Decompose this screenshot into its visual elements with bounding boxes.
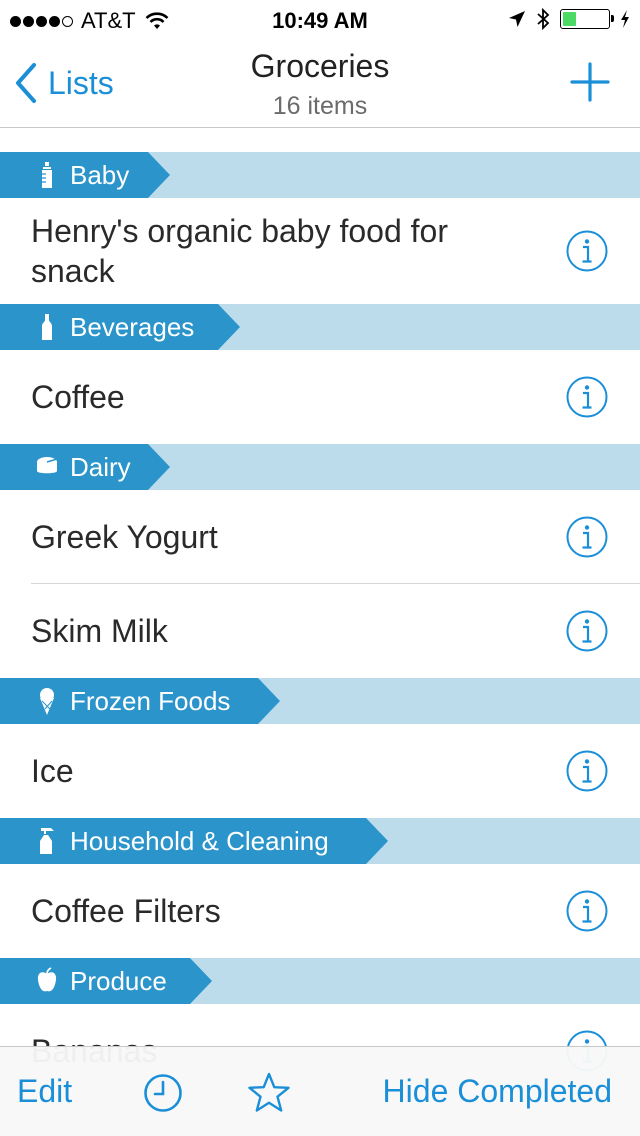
item-count: 16 items (272, 92, 368, 120)
list-item[interactable]: Ice (0, 724, 640, 818)
section-label: Beverages (70, 311, 195, 342)
grocery-list: Baby Henry's organic baby food for snack B… (0, 152, 640, 1098)
list-item[interactable]: Coffee Filters (0, 864, 640, 958)
item-name: Coffee Filters (31, 892, 221, 929)
section-header-baby: Baby (0, 152, 640, 198)
info-icon[interactable] (566, 230, 608, 272)
star-icon[interactable] (247, 1071, 291, 1115)
info-icon[interactable] (566, 376, 608, 418)
section-header-frozen-foods: Frozen Foods (0, 678, 640, 724)
battery-icon (560, 9, 614, 29)
section-label: Produce (70, 965, 167, 996)
clock-icon[interactable] (143, 1073, 183, 1113)
section-label: Dairy (70, 451, 131, 482)
add-item-button[interactable] (570, 62, 610, 102)
info-icon[interactable] (566, 750, 608, 792)
section-tag: Frozen Foods (0, 678, 280, 724)
battery-level (563, 12, 577, 26)
list-item[interactable]: Skim Milk (0, 584, 640, 678)
charging-bolt-icon (621, 10, 629, 28)
list-item[interactable]: Coffee (0, 350, 640, 444)
item-name: Greek Yogurt (31, 518, 218, 555)
ice-cream-icon (40, 688, 54, 715)
info-icon[interactable] (566, 610, 608, 652)
spray-bottle-icon (40, 828, 54, 854)
info-icon[interactable] (566, 890, 608, 932)
apple-icon (37, 967, 57, 992)
section-header-beverages: Beverages (0, 304, 640, 350)
location-arrow-icon (509, 11, 525, 27)
status-right (508, 8, 630, 30)
section-label: Baby (70, 159, 130, 190)
section-header-produce: Produce (0, 958, 640, 1004)
item-name: Coffee (31, 378, 125, 415)
bluetooth-icon (537, 8, 550, 30)
status-bar: AT&T 10:49 AM (0, 0, 640, 40)
list-item[interactable]: Greek Yogurt (0, 490, 640, 584)
page-title: Groceries (250, 48, 390, 84)
section-tag: Baby (0, 152, 170, 198)
section-tag: Dairy (0, 444, 170, 490)
section-label: Frozen Foods (70, 685, 231, 716)
list-item[interactable]: Henry's organic baby food for snack (0, 198, 640, 304)
section-label: Household & Cleaning (70, 825, 329, 856)
item-name: Ice (31, 752, 74, 789)
baby-bottle-icon (42, 162, 52, 188)
info-icon[interactable] (566, 516, 608, 558)
section-tag: Produce (0, 958, 212, 1004)
hide-completed-button[interactable]: Hide Completed (383, 1073, 612, 1110)
section-header-household-cleaning: Household & Cleaning (0, 818, 640, 864)
navigation-bar: Lists Groceries 16 items (0, 40, 640, 128)
bottom-toolbar: Edit Hide Completed (0, 1046, 640, 1136)
section-header-dairy: Dairy (0, 444, 640, 490)
section-tag: Household & Cleaning (0, 818, 388, 864)
item-name: Henry's organic baby food for snack (31, 213, 448, 289)
section-tag: Beverages (0, 304, 240, 350)
item-name: Skim Milk (31, 612, 168, 649)
cheese-icon (37, 457, 58, 474)
edit-button[interactable]: Edit (17, 1073, 72, 1110)
bottle-icon (42, 314, 52, 340)
